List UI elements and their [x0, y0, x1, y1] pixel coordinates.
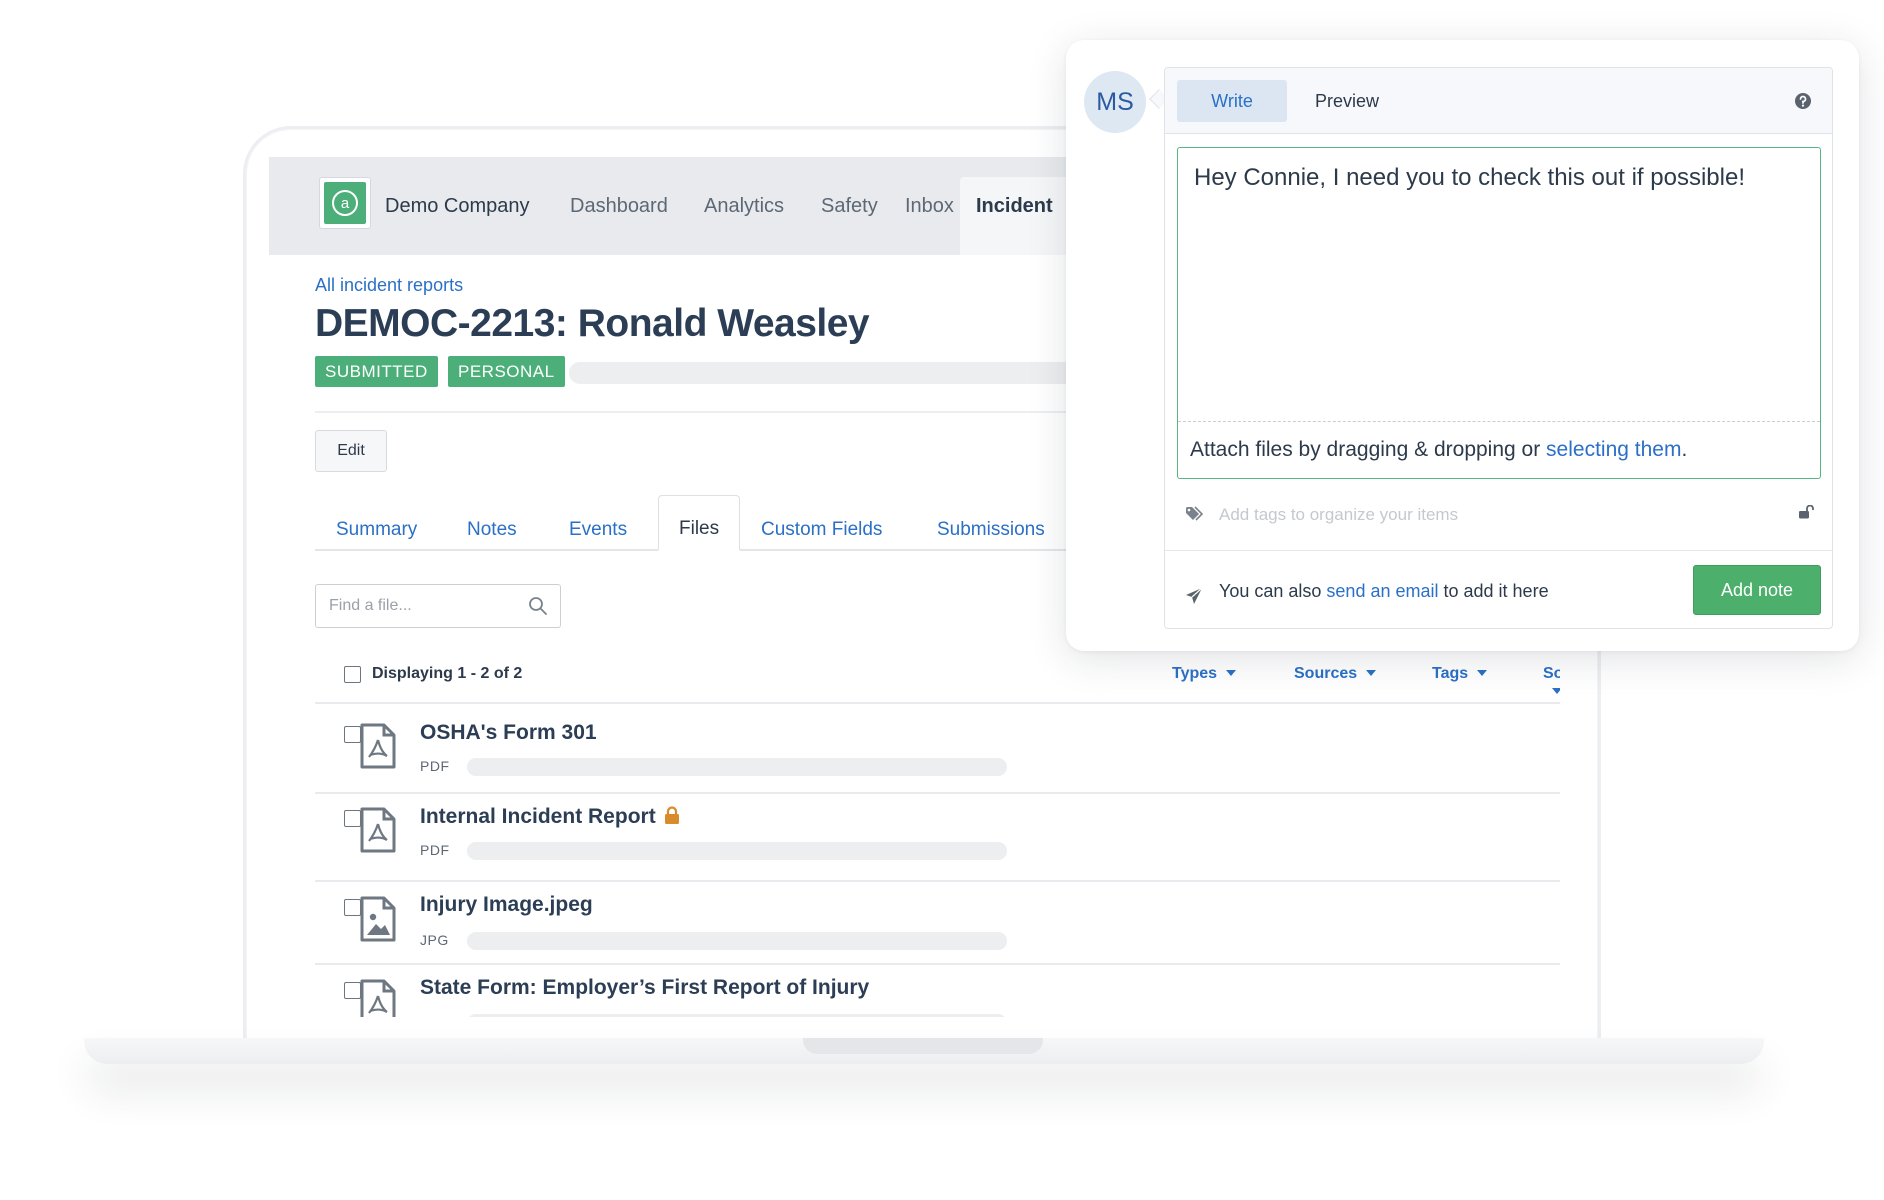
search-icon[interactable]: [528, 596, 548, 621]
tab-preview[interactable]: Preview: [1315, 91, 1379, 112]
status-badge-submitted: SUBMITTED: [315, 356, 438, 387]
pdf-file-icon: [359, 722, 397, 775]
breadcrumb-all-reports[interactable]: All incident reports: [315, 275, 463, 296]
nav-inbox[interactable]: Inbox: [905, 195, 954, 218]
add-note-button[interactable]: Add note: [1693, 565, 1821, 615]
tab-events[interactable]: Events: [569, 519, 627, 541]
file-name[interactable]: OSHA's Form 301: [420, 721, 597, 745]
tab-summary[interactable]: Summary: [336, 519, 417, 541]
placeholder-bar: [467, 758, 1007, 776]
file-type: PDF: [420, 758, 450, 774]
laptop-notch: [803, 1038, 1043, 1054]
tab-custom-fields[interactable]: Custom Fields: [761, 519, 882, 541]
tab-files[interactable]: Files: [658, 495, 740, 551]
filter-sources-label: Sources: [1294, 665, 1358, 682]
file-type: PDF: [420, 1014, 450, 1017]
note-textarea[interactable]: Hey Connie, I need you to check this out…: [1177, 147, 1821, 479]
placeholder-bar: [467, 1014, 1007, 1017]
select-all-checkbox[interactable]: [344, 666, 361, 683]
list-divider: [315, 702, 1560, 704]
attach-suffix: .: [1681, 438, 1688, 461]
tags-field[interactable]: Add tags to organize your items: [1165, 496, 1832, 546]
help-icon[interactable]: [1794, 92, 1812, 115]
file-name-row[interactable]: Internal Incident Report: [420, 805, 680, 831]
email-suffix: to add it here: [1438, 581, 1549, 601]
image-file-icon: [359, 895, 397, 948]
attach-prefix: Attach files by dragging & dropping or: [1190, 438, 1547, 461]
filter-sources[interactable]: Sources: [1294, 665, 1377, 683]
file-search: [315, 584, 561, 628]
editor-toolbar: Write Preview: [1165, 68, 1832, 134]
caret-down-icon: [1477, 670, 1488, 676]
tab-submissions[interactable]: Submissions: [937, 519, 1045, 541]
placeholder-bar: [467, 932, 1007, 950]
filter-types-label: Types: [1172, 665, 1218, 682]
edit-button[interactable]: Edit: [315, 430, 387, 472]
file-name: Internal Incident Report: [420, 805, 656, 828]
tags-placeholder: Add tags to organize your items: [1219, 505, 1459, 524]
caret-down-icon: [1552, 688, 1560, 694]
tab-notes[interactable]: Notes: [467, 519, 517, 541]
filter-tags-label: Tags: [1432, 665, 1469, 682]
caret-down-icon: [1366, 670, 1377, 676]
file-type: PDF: [420, 842, 450, 858]
list-divider: [315, 963, 1560, 965]
tab-files-label: Files: [679, 518, 720, 539]
nav-dashboard[interactable]: Dashboard: [570, 195, 668, 218]
caret-down-icon: [1226, 670, 1237, 676]
placeholder-bar: [467, 842, 1007, 860]
list-divider: [315, 880, 1560, 882]
svg-text:a: a: [341, 195, 350, 212]
email-prefix: You can also: [1219, 581, 1327, 601]
file-name[interactable]: State Form: Employer’s First Report of I…: [420, 976, 869, 1000]
note-editor: Write Preview Hey Connie, I need you to …: [1164, 67, 1833, 629]
status-badge-personal: PERSONAL: [448, 356, 565, 387]
pdf-file-icon: [359, 978, 397, 1017]
display-count: Displaying 1 - 2 of 2: [372, 665, 523, 682]
company-logo[interactable]: a: [319, 177, 371, 229]
page-title: DEMOC-2213: Ronald Weasley: [315, 302, 870, 345]
file-search-input[interactable]: [316, 585, 506, 627]
logo-icon: a: [324, 182, 366, 224]
lock-icon: [664, 806, 680, 831]
select-files-link[interactable]: selecting them: [1546, 438, 1681, 461]
attach-files-hint: Attach files by dragging & dropping or s…: [1190, 438, 1687, 462]
footer-divider: [1165, 550, 1832, 551]
note-text: Hey Connie, I need you to check this out…: [1194, 164, 1745, 191]
email-hint: You can also send an email to add it her…: [1219, 581, 1549, 602]
attach-divider: [1178, 421, 1820, 422]
filter-types[interactable]: Types: [1172, 665, 1237, 683]
filter-sort-label: Sort: [1543, 665, 1560, 682]
file-type: JPG: [420, 932, 449, 948]
tab-write[interactable]: Write: [1177, 80, 1287, 122]
send-email-link[interactable]: send an email: [1326, 581, 1438, 601]
placeholder-bar: [569, 362, 1129, 384]
pdf-file-icon: [359, 806, 397, 859]
company-name[interactable]: Demo Company: [385, 195, 530, 218]
send-icon: [1185, 587, 1203, 610]
avatar: MS: [1084, 71, 1146, 133]
nav-safety[interactable]: Safety: [821, 195, 878, 218]
file-name[interactable]: Injury Image.jpeg: [420, 893, 593, 917]
filter-sort[interactable]: Sort: [1543, 665, 1560, 701]
nav-incident-label: Incident: [976, 195, 1053, 217]
unlock-icon[interactable]: [1798, 504, 1814, 524]
nav-analytics[interactable]: Analytics: [704, 195, 784, 218]
divider: [315, 411, 1175, 413]
list-divider: [315, 792, 1560, 794]
filter-tags[interactable]: Tags: [1432, 665, 1488, 683]
tag-icon: [1185, 506, 1205, 527]
